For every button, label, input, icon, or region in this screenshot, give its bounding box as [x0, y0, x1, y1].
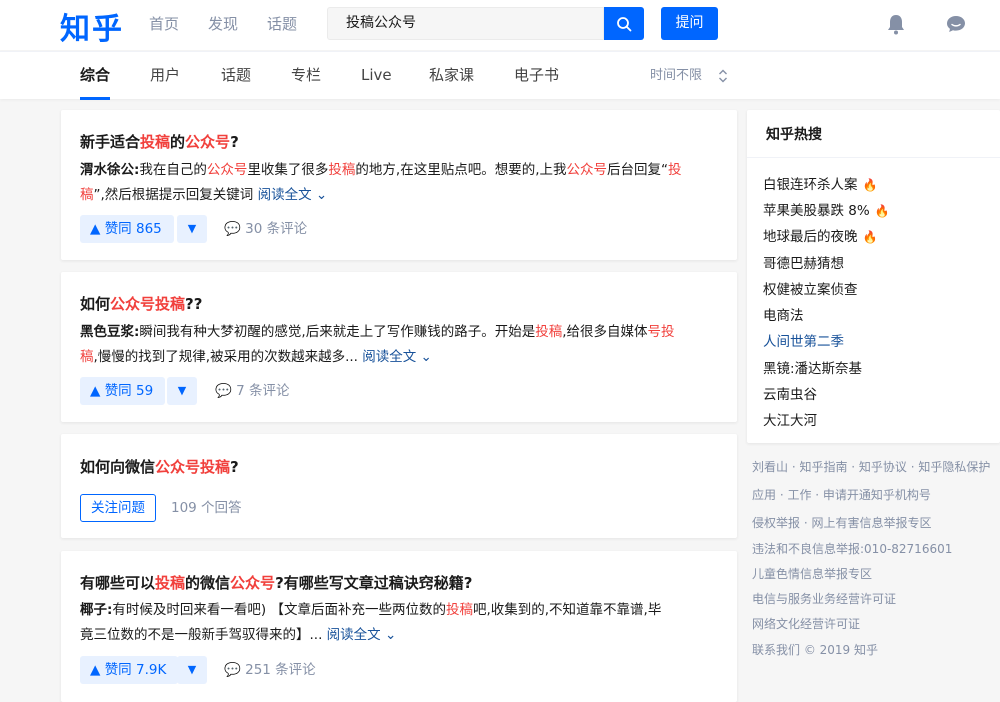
- tab-live[interactable]: Live: [361, 52, 392, 100]
- divider: [747, 157, 1000, 158]
- fire-icon: 🔥: [874, 204, 890, 218]
- hot-search-panel: 知乎热搜 白银连环杀人案 🔥 苹果美股暴跌 8% 🔥 地球最后的夜晚 🔥 哥德巴赫猜想…: [747, 110, 1000, 443]
- result-excerpt[interactable]: 黑色豆浆:瞬间我有种大梦初醒的感觉,后来就走上了写作赚钱的路子。开始是投稿,给很…: [80, 320, 716, 370]
- tab-ebooks[interactable]: 电子书: [514, 52, 559, 100]
- hot-search-item[interactable]: 云南虫谷: [763, 383, 817, 403]
- nav-discover[interactable]: 发现: [208, 0, 238, 50]
- footer-links[interactable]: 网络文化经营许可证: [752, 615, 860, 632]
- triangle-up-icon: ▲: [90, 221, 105, 237]
- read-more-link[interactable]: 阅读全文: [362, 349, 416, 365]
- hot-search-item[interactable]: 电商法: [763, 304, 804, 324]
- hot-search-item[interactable]: 权健被立案侦查: [763, 278, 858, 298]
- search-result-card: 如何公众号投稿?? 黑色豆浆:瞬间我有种大梦初醒的感觉,后来就走上了写作赚钱的路…: [61, 272, 737, 422]
- fire-icon: 🔥: [862, 178, 878, 192]
- hot-search-title: 知乎热搜: [766, 127, 822, 143]
- footer-links[interactable]: 电信与服务业务经营许可证: [752, 590, 896, 607]
- result-excerpt[interactable]: 渭水徐公:我在自己的公众号里收集了很多投稿的地方,在这里贴点吧。想要的,上我公众…: [80, 158, 716, 208]
- search-input[interactable]: 投稿公众号: [327, 7, 604, 40]
- search-result-card: 有哪些可以投稿的微信公众号?有哪些写文章过稿诀窍秘籍? 椰子:有时候及时回来看一…: [61, 551, 737, 702]
- search-type-tabs: 综合 用户 话题 专栏 Live 私家课 电子书 时间不限: [0, 51, 1000, 100]
- result-title[interactable]: 有哪些可以投稿的微信公众号?有哪些写文章过稿诀窍秘籍?: [80, 572, 472, 593]
- tab-topics[interactable]: 话题: [221, 52, 251, 100]
- result-title[interactable]: 新手适合投稿的公众号?: [80, 131, 239, 152]
- chevron-down-icon: ⌄: [416, 349, 432, 365]
- tab-courses[interactable]: 私家课: [429, 52, 474, 100]
- nav-topics[interactable]: 话题: [267, 0, 297, 50]
- tab-users[interactable]: 用户: [150, 52, 180, 100]
- search-result-card: 新手适合投稿的公众号? 渭水徐公:我在自己的公众号里收集了很多投稿的地方,在这里…: [61, 110, 737, 260]
- result-title[interactable]: 如何向微信公众号投稿?: [80, 456, 239, 477]
- chevron-down-icon: ⌄: [380, 627, 397, 643]
- upvote-button[interactable]: ▲ 赞同 7.9K: [80, 656, 179, 684]
- tab-columns[interactable]: 专栏: [291, 52, 321, 100]
- follow-question-button[interactable]: 关注问题: [80, 494, 156, 522]
- hot-search-item[interactable]: 地球最后的夜晚 🔥: [763, 225, 877, 245]
- nav-home[interactable]: 首页: [149, 0, 179, 50]
- comment-bubble-icon: 💬: [224, 221, 246, 237]
- hot-search-item[interactable]: 大江大河: [763, 409, 817, 429]
- comments-button[interactable]: 💬 7 条评论: [215, 377, 290, 405]
- triangle-down-icon: ▼: [177, 384, 187, 397]
- fire-icon: 🔥: [862, 230, 878, 244]
- downvote-button[interactable]: ▼: [167, 377, 197, 405]
- triangle-down-icon: ▼: [187, 222, 197, 235]
- read-more-link[interactable]: 阅读全文: [258, 187, 312, 203]
- chevron-down-icon: ⌄: [311, 187, 328, 203]
- downvote-button[interactable]: ▼: [177, 215, 207, 243]
- hot-search-item[interactable]: 哥德巴赫猜想: [763, 252, 844, 272]
- comments-button[interactable]: 💬 30 条评论: [224, 215, 307, 243]
- footer-links[interactable]: 应用 · 工作 · 申请开通知乎机构号: [752, 486, 931, 503]
- result-excerpt[interactable]: 椰子:有时候及时回来看一看吧) 【文章后面补充一些两位数的投稿吧,收集到的,不知…: [80, 598, 716, 648]
- top-header: 知乎 首页 发现 话题 投稿公众号 提问: [0, 0, 1000, 50]
- footer-links[interactable]: 侵权举报 · 网上有害信息举报专区: [752, 514, 931, 531]
- zhihu-logo[interactable]: 知乎: [60, 4, 124, 48]
- search-icon: [617, 16, 632, 31]
- result-title[interactable]: 如何公众号投稿??: [80, 293, 202, 314]
- comments-button[interactable]: 💬 251 条评论: [224, 656, 316, 684]
- triangle-down-icon: ▼: [187, 663, 197, 676]
- hot-search-item[interactable]: 黑镜:潘达斯奈基: [763, 357, 862, 377]
- upvote-button[interactable]: ▲ 赞同 59: [80, 377, 166, 405]
- downvote-button[interactable]: ▼: [177, 656, 207, 684]
- search-button[interactable]: [604, 7, 644, 40]
- bell-icon[interactable]: [884, 12, 908, 36]
- search-result-card: 如何向微信公众号投稿? 关注问题 109 个回答: [61, 434, 737, 538]
- answer-count-link[interactable]: 109 个回答: [171, 494, 242, 522]
- triangle-up-icon: ▲: [90, 383, 105, 399]
- time-filter-dropdown[interactable]: 时间不限: [650, 52, 702, 100]
- footer-links[interactable]: 儿童色情信息举报专区: [752, 565, 872, 582]
- footer-links[interactable]: 联系我们 © 2019 知乎: [752, 641, 878, 658]
- read-more-link[interactable]: 阅读全文: [327, 627, 381, 643]
- tab-general[interactable]: 综合: [80, 52, 111, 100]
- hot-search-item[interactable]: 人间世第二季: [763, 330, 844, 350]
- ask-question-button[interactable]: 提问: [661, 7, 718, 40]
- triangle-up-icon: ▲: [90, 662, 105, 678]
- comment-bubble-icon: 💬: [215, 383, 237, 399]
- chat-icon[interactable]: [944, 12, 968, 36]
- upvote-button[interactable]: ▲ 赞同 865: [80, 215, 174, 243]
- footer-links[interactable]: 刘看山 · 知乎指南 · 知乎协议 · 知乎隐私保护: [752, 458, 990, 475]
- hot-search-item[interactable]: 白银连环杀人案 🔥: [763, 173, 877, 193]
- hot-search-item[interactable]: 苹果美股暴跌 8% 🔥: [763, 199, 890, 219]
- footer-links[interactable]: 违法和不良信息举报:010-82716601: [752, 540, 952, 557]
- sort-updown-icon: [719, 69, 727, 83]
- comment-bubble-icon: 💬: [224, 662, 246, 678]
